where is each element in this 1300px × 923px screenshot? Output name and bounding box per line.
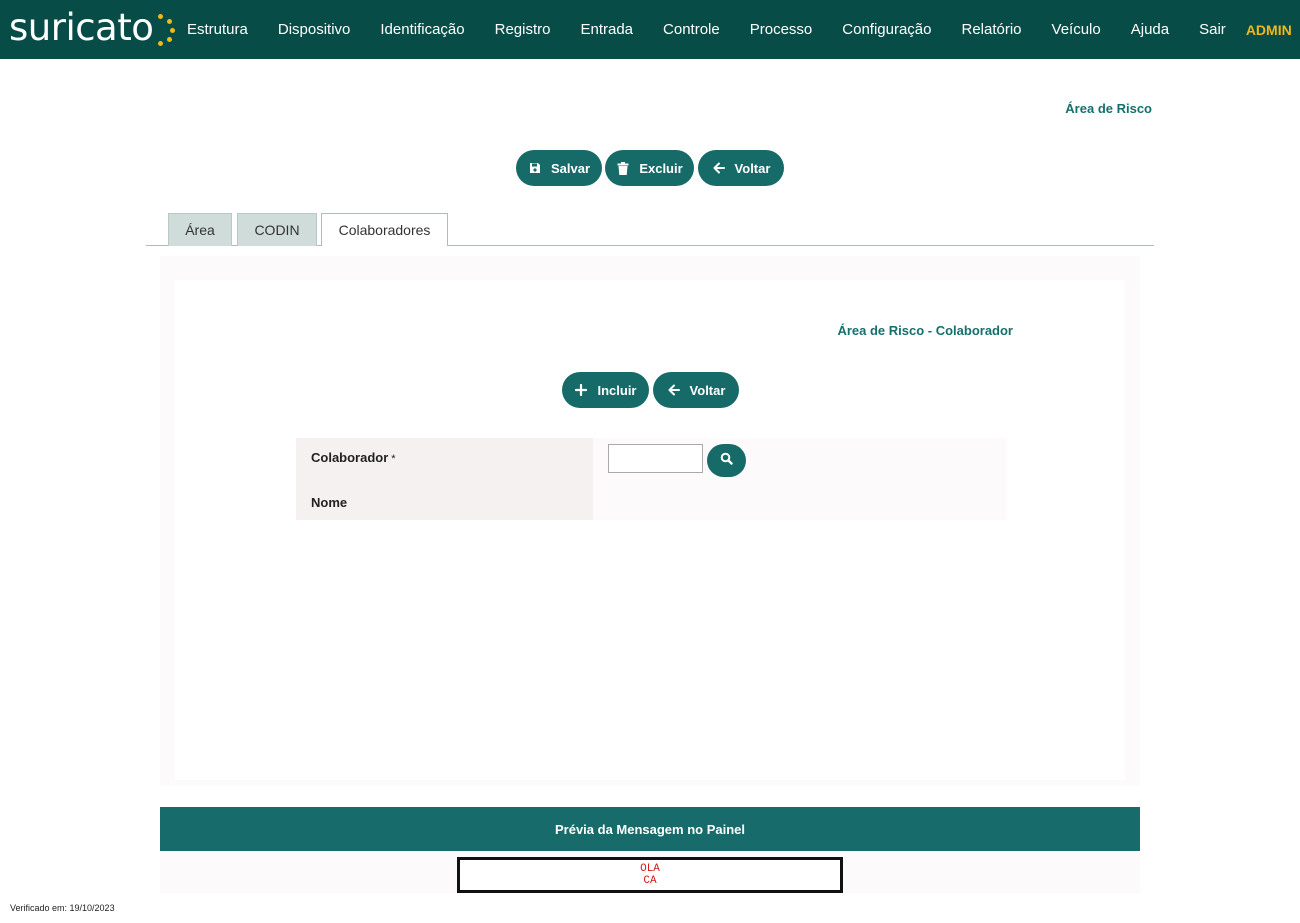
back-label: Voltar: [734, 160, 771, 176]
sub-back-label: Voltar: [689, 382, 726, 398]
delete-label: Excluir: [639, 160, 683, 176]
colaborador-frame: [175, 280, 1125, 780]
nav-dispositivo[interactable]: Dispositivo: [263, 21, 366, 38]
required-mark: *: [391, 453, 396, 465]
include-label: Incluir: [597, 382, 637, 398]
arrow-left-icon: [667, 383, 681, 397]
nav-registro[interactable]: Registro: [480, 21, 566, 38]
verified-date: Verificado em: 19/10/2023: [10, 903, 115, 913]
save-button[interactable]: Salvar: [516, 150, 602, 186]
tab-colaboradores[interactable]: Colaboradores: [321, 213, 448, 246]
tab-area[interactable]: Área: [168, 213, 232, 246]
include-button[interactable]: Incluir: [562, 372, 649, 408]
search-icon: [720, 452, 733, 470]
sub-back-button[interactable]: Voltar: [653, 372, 739, 408]
plus-icon: [574, 383, 588, 397]
preview-header: Prévia da Mensagem no Painel: [160, 807, 1140, 851]
preview-line-2: CA: [643, 875, 657, 887]
nome-label: Nome: [311, 495, 348, 510]
nav-veiculo[interactable]: Veículo: [1037, 21, 1116, 38]
preview-line-1: OLA: [640, 863, 660, 875]
nav-entrada[interactable]: Entrada: [565, 21, 648, 38]
save-icon: [528, 161, 542, 175]
colaborador-label-text: Colaborador: [311, 450, 389, 465]
panel-message-preview: OLA CA: [457, 857, 843, 893]
suricato-logo[interactable]: suricato: [9, 8, 176, 48]
nav-sair[interactable]: Sair: [1184, 21, 1241, 38]
search-button[interactable]: [707, 444, 746, 477]
tab-codin[interactable]: CODIN: [237, 213, 317, 246]
delete-button[interactable]: Excluir: [605, 150, 694, 186]
nav-ajuda[interactable]: Ajuda: [1116, 21, 1184, 38]
trash-icon: [616, 161, 630, 175]
top-navbar: suricato Estrutura Dispositivo Identific…: [0, 0, 1300, 59]
main-menu: Estrutura Dispositivo Identificação Regi…: [172, 0, 1300, 59]
nav-processo[interactable]: Processo: [735, 21, 828, 38]
arrow-left-icon: [712, 161, 726, 175]
colaborador-input[interactable]: [608, 444, 703, 473]
nav-configuracao[interactable]: Configuração: [827, 21, 946, 38]
user-admin[interactable]: ADMIN: [1241, 22, 1300, 38]
nav-identificacao[interactable]: Identificação: [365, 21, 479, 38]
page-title: Área de Risco: [1065, 101, 1152, 116]
logo-text: suricato: [9, 6, 154, 49]
back-button[interactable]: Voltar: [698, 150, 784, 186]
nav-relatorio[interactable]: Relatório: [947, 21, 1037, 38]
save-label: Salvar: [550, 160, 591, 176]
nav-estrutura[interactable]: Estrutura: [172, 21, 263, 38]
nav-controle[interactable]: Controle: [648, 21, 735, 38]
section-title: Área de Risco - Colaborador: [837, 323, 1013, 338]
colaborador-label: Colaborador *: [311, 450, 396, 465]
